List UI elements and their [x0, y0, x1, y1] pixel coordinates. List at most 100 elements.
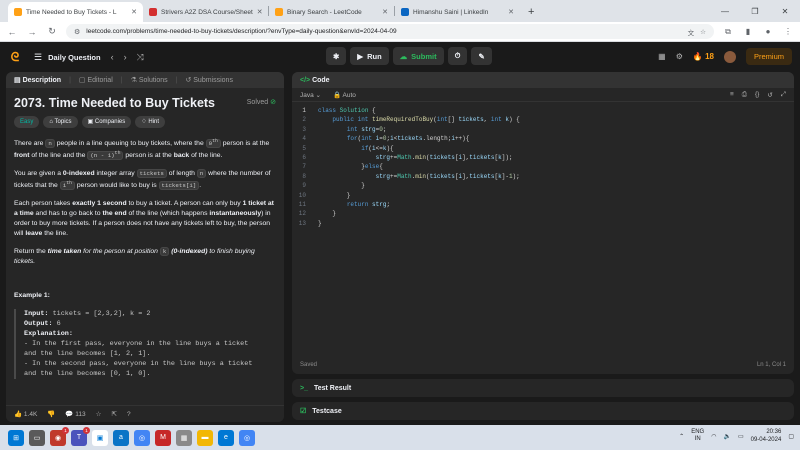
reload-icon[interactable]: ↻: [46, 26, 58, 37]
layout-icon[interactable]: ▦: [658, 52, 666, 61]
chevron-up-icon[interactable]: ⌃: [679, 433, 684, 440]
format-icon[interactable]: ≡: [730, 91, 734, 99]
run-label: Run: [367, 51, 382, 61]
teams-icon[interactable]: T1: [71, 426, 90, 446]
url-bar[interactable]: ⚙ leetcode.com/problems/time-needed-to-b…: [66, 24, 714, 39]
run-button[interactable]: ▶ Run: [350, 47, 389, 65]
chrome-active-icon[interactable]: ◎: [239, 429, 255, 446]
app-icon[interactable]: ◉ 1: [50, 426, 69, 446]
fullscreen-icon[interactable]: ⤢: [781, 91, 786, 99]
braces-icon[interactable]: {}: [755, 91, 759, 99]
cloud-upload-icon: ☁: [399, 51, 408, 61]
close-icon[interactable]: ✕: [508, 8, 514, 16]
close-icon[interactable]: ✕: [257, 8, 263, 16]
notification-icon[interactable]: ▢: [788, 433, 794, 440]
mcafee-icon[interactable]: M: [155, 429, 171, 446]
browser-tab[interactable]: Strivers A2Z DSA Course/Sheet ✕: [143, 2, 268, 22]
bookmark-icon[interactable]: ⎙: [742, 91, 747, 99]
problem-list-icon[interactable]: ☰: [34, 52, 42, 63]
settings-icon[interactable]: ⚙: [676, 52, 683, 61]
tab-solutions[interactable]: ⚗ Solutions: [131, 76, 168, 84]
tab-title: Himanshu Saini | LinkedIn: [413, 8, 489, 16]
forward-icon[interactable]: →: [26, 27, 38, 37]
bulb-icon: ♢: [141, 119, 147, 125]
task-view-icon[interactable]: ▭: [29, 429, 45, 446]
browser-tab[interactable]: Himanshu Saini | LinkedIn ✕: [395, 2, 520, 22]
submit-button[interactable]: ☁ Submit: [392, 47, 444, 65]
hint-chip[interactable]: ♢ Hint: [135, 116, 165, 128]
reset-icon[interactable]: ↺: [767, 91, 772, 99]
minimize-icon[interactable]: —: [710, 0, 740, 22]
notes-button[interactable]: ✎: [471, 47, 492, 65]
timer-button[interactable]: ⏱: [447, 47, 468, 65]
testcase-panel[interactable]: ☑ Testcase: [292, 402, 794, 420]
premium-button[interactable]: Premium: [745, 48, 792, 65]
comments-button[interactable]: 💬 113: [65, 410, 85, 418]
tab-description[interactable]: ▤ Description: [14, 76, 61, 84]
speaker-icon[interactable]: 🔈: [723, 433, 730, 440]
tab-editorial[interactable]: ▢ Editorial: [79, 76, 113, 84]
bookmark-star-icon[interactable]: ☆: [700, 28, 706, 36]
topics-chip[interactable]: ⌂ Topics: [43, 116, 78, 128]
amazon-icon[interactable]: a: [113, 429, 129, 446]
new-tab-button[interactable]: +: [520, 2, 542, 22]
test-result-panel[interactable]: >_ Test Result: [292, 379, 794, 397]
app-icon[interactable]: ▦: [176, 429, 192, 446]
prev-question-icon[interactable]: ‹: [111, 52, 114, 63]
description-footer: 👍 1.4K 👎 💬 113 ☆ ⇱ ?: [6, 405, 284, 422]
favorite-star-icon[interactable]: ☆: [96, 410, 102, 418]
menu-icon[interactable]: ⋮: [782, 27, 794, 36]
tab-title: Binary Search - LeetCode: [287, 8, 362, 16]
restore-icon[interactable]: ❐: [740, 0, 770, 22]
companies-chip[interactable]: ▣ Companies: [81, 116, 132, 128]
chrome-icon[interactable]: ◎: [134, 429, 150, 446]
daily-question-link[interactable]: Daily Question: [48, 53, 101, 62]
code-tab[interactable]: </> Code: [300, 77, 330, 84]
code-editor[interactable]: 1 class Solution { 2 public int timeRequi…: [292, 102, 794, 228]
translate-icon[interactable]: 文: [688, 27, 695, 37]
language-select[interactable]: Java ⌄: [300, 91, 321, 99]
debug-button[interactable]: ✱: [326, 47, 347, 65]
browser-tab[interactable]: Binary Search - LeetCode ✕: [269, 2, 394, 22]
system-tray: ⌃ ENG IN ◠ 🔈 ▭ 20:36 09-04-2024 ▢: [679, 428, 794, 444]
store-icon[interactable]: ▣: [92, 429, 108, 446]
windows-start-icon[interactable]: ⊞: [8, 429, 24, 446]
wifi-icon[interactable]: ◠: [711, 433, 716, 440]
close-icon[interactable]: ✕: [382, 8, 388, 16]
back-icon[interactable]: ←: [6, 27, 18, 37]
share-icon[interactable]: ⇱: [111, 410, 116, 418]
user-avatar[interactable]: [723, 50, 736, 63]
shuffle-icon[interactable]: ⤨: [137, 52, 144, 63]
streak-counter[interactable]: 🔥 18: [693, 52, 714, 61]
edge-icon[interactable]: e: [218, 429, 234, 446]
tab-submissions[interactable]: ↺ Submissions: [185, 76, 233, 84]
submit-label: Submit: [411, 51, 437, 61]
problem-description: 2073. Time Needed to Buy Tickets Solved …: [6, 88, 284, 387]
profile-avatar-icon[interactable]: ●: [762, 27, 774, 36]
description-panel: ▤ Description | ▢ Editorial | ⚗ Solution…: [6, 72, 284, 422]
help-icon[interactable]: ?: [127, 411, 131, 418]
dislike-icon[interactable]: 👎: [47, 410, 55, 418]
code-icon: </>: [300, 76, 311, 84]
file-explorer-icon[interactable]: ▬: [197, 429, 213, 446]
next-question-icon[interactable]: ›: [124, 52, 127, 63]
language-indicator[interactable]: ENG IN: [691, 429, 704, 443]
sidebar-icon[interactable]: ▮: [742, 27, 754, 36]
saved-status: Saved: [300, 362, 318, 368]
close-icon[interactable]: ✕: [131, 8, 137, 16]
autocomplete-mode[interactable]: 🔒 Auto: [333, 91, 356, 99]
cursor-position: Ln 1, Col 1: [756, 362, 786, 368]
description-paragraph-3: Each person takes exactly 1 second to bu…: [14, 199, 274, 237]
address-bar-row: ← → ↻ ⚙ leetcode.com/problems/time-neede…: [0, 22, 800, 42]
site-info-icon[interactable]: ⚙: [74, 28, 80, 36]
description-tabs: ▤ Description | ▢ Editorial | ⚗ Solution…: [6, 72, 284, 88]
browser-tab-active[interactable]: Time Needed to Buy Tickets - L ✕: [8, 2, 143, 22]
close-window-icon[interactable]: ✕: [770, 0, 800, 22]
extensions-icon[interactable]: ⧉: [722, 27, 734, 37]
battery-icon[interactable]: ▭: [738, 433, 744, 440]
leetcode-logo-icon[interactable]: ᘓ: [8, 50, 22, 64]
clock[interactable]: 20:36 09-04-2024: [751, 428, 782, 444]
browser-tab-strip: Time Needed to Buy Tickets - L ✕ Striver…: [0, 0, 800, 22]
example-block: Input: tickets = [2,3,2], k = 2 Output: …: [14, 308, 276, 379]
like-button[interactable]: 👍 1.4K: [14, 410, 37, 418]
